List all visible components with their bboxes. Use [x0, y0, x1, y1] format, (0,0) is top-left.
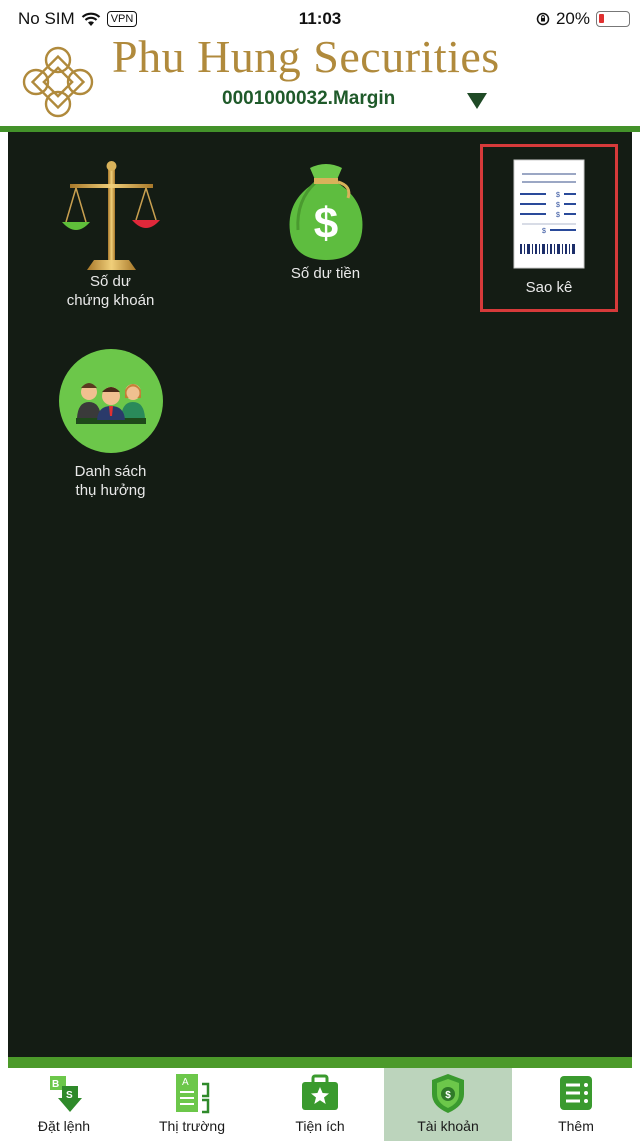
tab-label: Thị trường — [158, 1118, 225, 1134]
svg-text:$: $ — [313, 199, 337, 248]
svg-text:$: $ — [556, 212, 560, 219]
svg-text:S: S — [66, 1090, 73, 1101]
status-bar: No SIM VPN 11:03 20% — [0, 0, 640, 34]
tab-order[interactable]: B S Đặt lệnh — [0, 1068, 128, 1141]
tab-utilities[interactable]: Tiện ích — [256, 1068, 384, 1141]
menu-item-cash-balance[interactable]: $ Số dư tiền — [263, 160, 388, 283]
svg-text:$: $ — [556, 192, 560, 199]
utilities-icon — [302, 1074, 338, 1110]
account-shield-icon: $ — [432, 1074, 464, 1113]
menu-label-line2: thụ hưởng — [75, 482, 146, 499]
menu-label-line1: Danh sách — [74, 463, 147, 480]
svg-text:$: $ — [556, 202, 560, 209]
account-menu-panel: Số dư chứng khoán $ Số dư tiền $ $ $ $ S… — [8, 132, 632, 1057]
account-number[interactable]: 0001000032.Margin — [222, 88, 395, 110]
battery-icon — [596, 11, 630, 27]
beneficiaries-icon — [58, 349, 163, 453]
buy-sell-icon: B S — [50, 1076, 82, 1112]
bottom-tab-bar: B S Đặt lệnh A Thị trường Tiện ích $ Tài… — [0, 1068, 640, 1141]
menu-item-statement[interactable]: $ $ $ $ Sao kê — [486, 158, 612, 297]
svg-text:B: B — [52, 1079, 59, 1090]
brand-title: Phu Hung Securities — [112, 31, 500, 82]
menu-label-line1: Số dư — [90, 273, 131, 290]
app-header: Phu Hung Securities 0001000032.Margin — [0, 30, 640, 128]
svg-text:$: $ — [445, 1090, 451, 1101]
tab-more[interactable]: Thêm — [512, 1068, 640, 1141]
menu-label-line1: Sao kê — [525, 279, 573, 296]
tab-market[interactable]: A Thị trường — [128, 1068, 256, 1141]
battery-percent: 20% — [555, 9, 590, 28]
account-dropdown-icon[interactable] — [466, 92, 488, 110]
battery-level — [599, 14, 604, 23]
statement-receipt-icon: $ $ $ $ — [513, 159, 585, 269]
svg-text:$: $ — [542, 228, 546, 235]
menu-label-line2: chứng khoán — [66, 292, 155, 309]
menu-label-line1: Số dư tiền — [290, 265, 361, 282]
menu-item-securities-balance[interactable]: Số dư chứng khoán — [48, 160, 173, 310]
more-icon — [560, 1076, 592, 1110]
phu-hung-logo-icon — [22, 46, 94, 118]
orientation-lock-icon — [536, 12, 550, 26]
menu-item-beneficiaries[interactable]: Danh sách thụ hưởng — [48, 348, 173, 500]
money-bag-icon: $ — [289, 164, 362, 260]
tabbar-divider — [8, 1057, 632, 1068]
tab-label: Thêm — [558, 1118, 594, 1134]
market-icon: A — [176, 1074, 210, 1114]
tab-account[interactable]: $ Tài khoản — [384, 1068, 512, 1141]
status-right: 20% — [536, 9, 630, 29]
tab-label: Đặt lệnh — [37, 1118, 91, 1134]
tab-label: Tiện ích — [295, 1118, 345, 1134]
svg-text:A: A — [182, 1077, 189, 1088]
tab-label: Tài khoản — [417, 1118, 479, 1134]
scales-icon — [61, 161, 160, 270]
